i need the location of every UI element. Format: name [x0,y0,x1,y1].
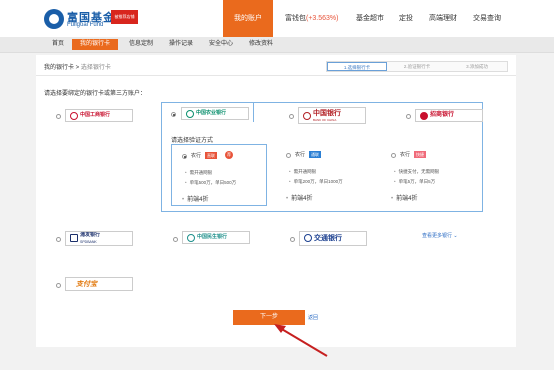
step-add-success: 3.添加成功 [466,64,488,69]
method-quickpay-discount: 前端4折 [391,193,417,202]
subnav-operation-log[interactable]: 操作记录 [164,39,198,50]
step-verify-card: 2.验证银行卡 [403,64,431,69]
spdb-radio[interactable] [56,237,61,242]
subnav-security-center[interactable]: 安全中心 [204,39,238,50]
nav-fuqianbao[interactable]: 富钱包(+3.563%) [285,0,339,37]
method-option-quickpay[interactable]: 农行 快捷 快捷支付，无需网银 单笔5万，单日5万 前端4折 [381,144,477,206]
bank-card-cmbc[interactable]: 中国民生银行 [182,231,250,244]
nav-trade-query[interactable]: 交易查询 [473,0,501,37]
cmb-logo-icon [420,112,428,120]
method-direct-tag: 直联 [205,152,217,159]
method-direct-line-1: 需开通网银 [185,170,213,176]
abc-radio[interactable] [171,112,176,117]
method-quickpay-radio[interactable] [391,153,396,158]
subnav-info-custom[interactable]: 信息定制 [124,39,158,50]
method-tonglian-line-2: 单笔200万，单日1000万 [289,179,343,185]
method-quickpay-line-2: 单笔5万，单日5万 [394,179,436,185]
spdb-english-name: SPDBANK [80,240,97,244]
nav-wealth-management[interactable]: 高端理财 [429,0,457,37]
breadcrumb-root[interactable]: 我的银行卡 [44,65,74,71]
step-select-card: 1.选择银行卡 [327,62,387,71]
verification-method-title: 请选择验证方式 [171,138,214,144]
fuqianbao-gain: (+3.563%) [306,15,339,22]
bank-card-spdb[interactable]: 浦发银行 SPDBANK [65,231,133,246]
cmbc-radio[interactable] [173,237,178,242]
boc-radio[interactable] [289,114,294,119]
bank-card-comm[interactable]: 交通银行 [299,231,367,246]
method-option-direct[interactable]: 农行 直联 荐 需开通网银 单笔500万，单日500万 前端4折 [171,144,267,206]
method-tonglian-discount: 前端4折 [286,193,312,202]
cmbc-name: 中国民生银行 [197,234,228,240]
icbc-name: 中国工商银行 [80,112,111,118]
method-quickpay-line-1: 快捷支付，无需网银 [394,169,440,175]
subnav-my-bank-cards[interactable]: 我的银行卡 [72,39,118,50]
subnav-edit-profile[interactable]: 修改资料 [244,39,278,50]
method-option-tonglian[interactable]: 农行 通联 需开通网银 单笔200万，单日1000万 前端4折 [276,144,372,206]
method-tonglian-bank: 农行 [295,152,306,158]
nav-fixed-investment[interactable]: 定投 [399,0,413,37]
method-quickpay-bank: 农行 [400,152,411,158]
next-step-button[interactable]: 下一步 [233,310,305,325]
boc-logo-icon [303,112,311,120]
icbc-logo-icon [70,112,78,120]
sub-nav: 首页 我的银行卡 信息定制 操作记录 安全中心 修改资料 [0,37,554,53]
comm-logo-icon [304,234,312,242]
header-divider [36,75,516,76]
back-link[interactable]: 返回 [308,314,318,321]
method-tonglian-radio[interactable] [286,153,291,158]
abc-name: 中国农业银行 [196,110,227,116]
method-tonglian-tag: 通联 [309,151,321,158]
bank-card-boc[interactable]: 中国银行 BANK OF CHINA [298,107,366,124]
breadcrumb-current: 选择银行卡 [80,65,111,71]
alipay-radio[interactable] [56,283,61,288]
nav-fund-supermarket[interactable]: 基金超市 [356,0,384,37]
progress-steps: 1.选择银行卡 2.验证银行卡 3.添加成功 [326,61,508,72]
fullgoal-logo[interactable]: 富国基金 Fullgoal Fund 被推荐店铺 [44,9,144,31]
spdb-logo-icon [70,234,78,242]
breadcrumb: 我的银行卡 > 选择银行卡 [44,62,111,71]
recommended-icon: 荐 [225,151,233,159]
select-card-prompt: 请选择要绑定的银行卡或第三方账户： [44,91,147,97]
method-direct-line-2: 单笔500万，单日500万 [185,180,237,186]
cmbc-logo-icon [187,234,195,242]
alipay-name: 支付宝 [76,281,97,288]
logo-english-name: Fullgoal Fund [67,22,104,28]
bank-card-cmb[interactable]: 招商银行 [415,109,483,122]
cmb-radio[interactable] [406,114,411,119]
method-direct-bank: 农行 [191,153,202,159]
more-banks-link[interactable]: 查看更多银行 ⌄ [422,232,458,239]
nav-fuqianbao-label: 富钱包 [285,15,306,22]
method-tonglian-line-1: 需开通网银 [289,169,317,175]
logo-emblem-icon [44,9,64,29]
chevron-down-icon: ⌄ [453,233,458,239]
recommended-store-badge: 被推荐店铺 [111,10,138,24]
bank-card-alipay[interactable]: 支付宝 [65,277,133,291]
main-panel: 我的银行卡 > 选择银行卡 1.选择银行卡 2.验证银行卡 3.添加成功 请选择… [36,55,516,347]
bank-card-icbc[interactable]: 中国工商银行 [65,109,133,122]
subnav-home[interactable]: 首页 [44,39,72,50]
cmb-name: 招商银行 [430,112,455,118]
boc-english-name: BANK OF CHINA [313,118,337,122]
bank-card-abc[interactable]: 中国农业银行 [181,107,249,120]
top-header: 富国基金 Fullgoal Fund 被推荐店铺 我的账户 富钱包(+3.563… [0,0,554,37]
nav-my-account[interactable]: 我的账户 [223,0,273,37]
method-direct-discount: 前端4折 [182,194,208,203]
method-quickpay-tag: 快捷 [414,151,426,158]
method-direct-radio[interactable] [182,154,187,159]
breadcrumb-separator: > [74,65,81,71]
icbc-radio[interactable] [56,114,61,119]
comm-name: 交通银行 [314,235,342,242]
more-banks-label: 查看更多银行 [422,233,453,239]
comm-radio[interactable] [290,237,295,242]
abc-logo-icon [186,110,194,118]
